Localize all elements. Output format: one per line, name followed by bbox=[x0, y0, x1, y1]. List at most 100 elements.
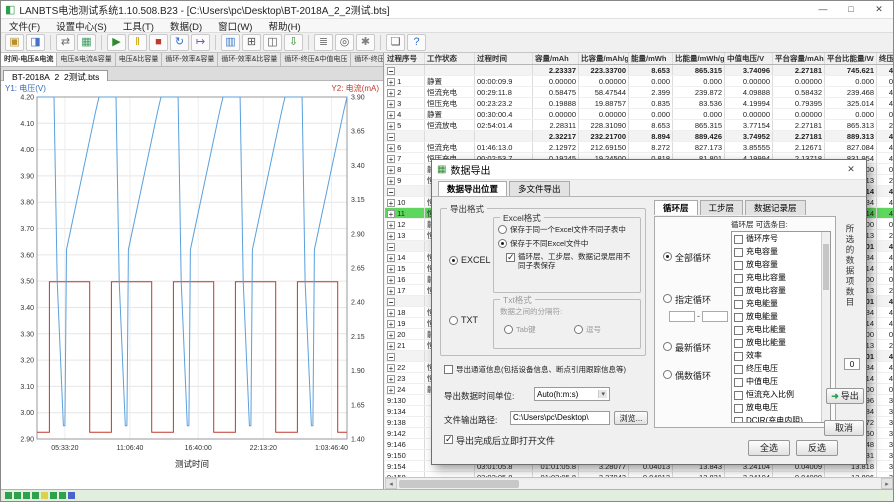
device-connect-icon[interactable]: ⇄ bbox=[56, 34, 75, 51]
radio-all-cycles[interactable]: 全部循环 bbox=[663, 251, 711, 264]
table-row[interactable]: −2.32217232.217008.894889.4263.749522.27… bbox=[385, 131, 893, 142]
view-tab[interactable]: 电压&比容量 bbox=[116, 53, 163, 66]
radio-excel-same-file[interactable]: 保存于同一个Excel文件不同子表中 bbox=[498, 224, 626, 235]
column-header[interactable]: 能量/mWh bbox=[629, 53, 673, 64]
cycle-item-option[interactable]: 中值电压 bbox=[732, 375, 830, 388]
window-cascade-icon[interactable]: ❏ bbox=[386, 34, 405, 51]
checkbox-open-after-export[interactable]: 导出完成后立即打开文件 bbox=[444, 434, 555, 447]
start-test-icon[interactable]: ▶ bbox=[107, 34, 126, 51]
collapse-icon[interactable]: − bbox=[387, 133, 395, 141]
expand-icon[interactable]: + bbox=[387, 100, 395, 108]
menu-item[interactable]: 文件(F) bbox=[1, 19, 48, 33]
browse-button[interactable]: 浏览... bbox=[614, 411, 648, 425]
cycle-item-option[interactable]: 放电比容量 bbox=[732, 284, 830, 297]
table-row[interactable]: + 5恒流放电02:54:01.42.28311228.310908.65386… bbox=[385, 120, 893, 131]
collapse-icon[interactable]: − bbox=[387, 298, 395, 306]
expand-icon[interactable]: + bbox=[387, 254, 395, 262]
cycle-item-option[interactable]: 放电电压 bbox=[732, 401, 830, 414]
radio-comma-separator[interactable]: 逗号 bbox=[574, 324, 601, 335]
view-tab[interactable]: 时间-电压&电流 bbox=[1, 53, 57, 66]
column-header[interactable]: 过程序号 bbox=[385, 53, 425, 64]
resume-test-icon[interactable]: ↻ bbox=[170, 34, 189, 51]
table-row[interactable]: + 6恒流充电01:46:13.02.12972212.691508.27282… bbox=[385, 142, 893, 153]
radio-tab-separator[interactable]: Tab键 bbox=[504, 324, 536, 335]
menu-item[interactable]: 数据(D) bbox=[162, 19, 210, 33]
output-path-input[interactable]: C:\Users\pc\Desktop\ bbox=[510, 411, 610, 425]
expand-icon[interactable]: + bbox=[387, 265, 395, 273]
grid-view-icon[interactable]: ⊞ bbox=[242, 34, 261, 51]
expand-icon[interactable]: + bbox=[387, 320, 395, 328]
expand-icon[interactable]: + bbox=[387, 342, 395, 350]
time-unit-select[interactable]: Auto(h:m:s)▾ bbox=[534, 387, 610, 401]
expand-icon[interactable]: + bbox=[387, 276, 395, 284]
cycle-item-option[interactable]: 放电比能量 bbox=[732, 336, 830, 349]
cycle-item-option[interactable]: 效率 bbox=[732, 349, 830, 362]
view-tab[interactable]: 循环-效率&容量 bbox=[162, 53, 218, 66]
expand-icon[interactable]: + bbox=[387, 232, 395, 240]
expand-icon[interactable]: + bbox=[387, 287, 395, 295]
expand-icon[interactable]: + bbox=[387, 221, 395, 229]
column-header[interactable]: 容量/mAh bbox=[533, 53, 579, 64]
table-row[interactable]: + 3恒压充电00:23:23.20.1988819.887570.83583.… bbox=[385, 98, 893, 109]
column-header[interactable]: 过程时间 bbox=[475, 53, 533, 64]
column-header[interactable]: 比能量/mWh/g bbox=[673, 53, 725, 64]
jump-step-icon[interactable]: ↦ bbox=[191, 34, 210, 51]
view-tab[interactable]: 循环-效率&比容量 bbox=[218, 53, 281, 66]
view-tab[interactable]: 循环-终压&比容量 bbox=[351, 53, 383, 66]
channel-monitor-icon[interactable]: ▦ bbox=[77, 34, 96, 51]
menu-item[interactable]: 帮助(H) bbox=[260, 19, 308, 33]
expand-icon[interactable]: + bbox=[387, 111, 395, 119]
tab-record-layer[interactable]: 数据记录层 bbox=[745, 200, 806, 215]
close-button[interactable]: ✕ bbox=[865, 1, 893, 18]
column-header[interactable]: 中值电压/V bbox=[725, 53, 773, 64]
tab-cycle-layer[interactable]: 循环层 bbox=[654, 200, 698, 215]
checkbox-export-channel-info[interactable]: 导出通道信息(包括设备信息、断点引用跟踪信息等) bbox=[444, 364, 626, 375]
radio-specified-cycles[interactable]: 指定循环 bbox=[663, 293, 711, 306]
expand-icon[interactable]: + bbox=[387, 155, 395, 163]
menu-item[interactable]: 窗口(W) bbox=[210, 19, 260, 33]
tab-step-layer[interactable]: 工步层 bbox=[700, 200, 744, 215]
expand-icon[interactable]: + bbox=[387, 375, 395, 383]
cycle-item-option[interactable]: 恒流充入比例 bbox=[732, 388, 830, 401]
column-header[interactable]: 工作状态 bbox=[425, 53, 475, 64]
invert-selection-button[interactable]: 反选 bbox=[796, 440, 838, 456]
expand-icon[interactable]: + bbox=[387, 309, 395, 317]
cycle-item-option[interactable]: 充电比容量 bbox=[732, 271, 830, 284]
help-icon[interactable]: ? bbox=[407, 34, 426, 51]
view-tab[interactable]: 循环-终压&中值电压 bbox=[281, 53, 351, 66]
report-icon[interactable]: ≣ bbox=[314, 34, 333, 51]
radio-txt[interactable]: TXT bbox=[449, 315, 478, 325]
column-header[interactable]: 比容量/mAh/g bbox=[579, 53, 629, 64]
expand-icon[interactable]: + bbox=[387, 78, 395, 86]
collapse-icon[interactable]: − bbox=[387, 67, 395, 75]
expand-icon[interactable]: + bbox=[387, 89, 395, 97]
scrollbar-thumb[interactable] bbox=[399, 480, 519, 488]
cycle-item-option[interactable]: 放电容量 bbox=[732, 258, 830, 271]
table-row[interactable]: −2.23337223.337008.653865.3153.740962.27… bbox=[385, 65, 893, 76]
radio-latest-cycle[interactable]: 最新循环 bbox=[663, 341, 711, 354]
collapse-icon[interactable]: − bbox=[387, 188, 395, 196]
cycle-item-option[interactable]: 终压电压 bbox=[732, 362, 830, 375]
scroll-left-arrow[interactable]: ◂ bbox=[385, 478, 397, 489]
list-scrollbar-thumb[interactable] bbox=[823, 244, 829, 290]
settings-icon[interactable]: ✱ bbox=[356, 34, 375, 51]
cancel-button[interactable]: 取消 bbox=[824, 420, 864, 436]
table-row[interactable]: + 1静置00:00:09.90.000000.000000.0000.0000… bbox=[385, 76, 893, 87]
expand-icon[interactable]: + bbox=[387, 199, 395, 207]
expand-icon[interactable]: + bbox=[387, 144, 395, 152]
open-file-icon[interactable]: ▣ bbox=[5, 34, 24, 51]
expand-icon[interactable]: + bbox=[387, 122, 395, 130]
scroll-right-arrow[interactable]: ▸ bbox=[881, 478, 893, 489]
radio-excel[interactable]: EXCEL bbox=[449, 255, 491, 265]
pause-test-icon[interactable]: ‖ bbox=[128, 34, 147, 51]
chart-view-icon[interactable]: ▥ bbox=[221, 34, 240, 51]
table-row[interactable]: + 2恒流充电00:29:11.80.5847558.475442.399239… bbox=[385, 87, 893, 98]
expand-icon[interactable]: + bbox=[387, 364, 395, 372]
split-view-icon[interactable]: ◫ bbox=[263, 34, 282, 51]
table-row[interactable]: + 4静置00:30:00.40.000000.000000.0000.0000… bbox=[385, 109, 893, 120]
save-icon[interactable]: ◨ bbox=[26, 34, 45, 51]
cycle-range-end-input[interactable] bbox=[702, 311, 728, 322]
zoom-icon[interactable]: ◎ bbox=[335, 34, 354, 51]
cycle-item-option[interactable]: 充电比能量 bbox=[732, 323, 830, 336]
minimize-button[interactable]: — bbox=[809, 1, 837, 18]
